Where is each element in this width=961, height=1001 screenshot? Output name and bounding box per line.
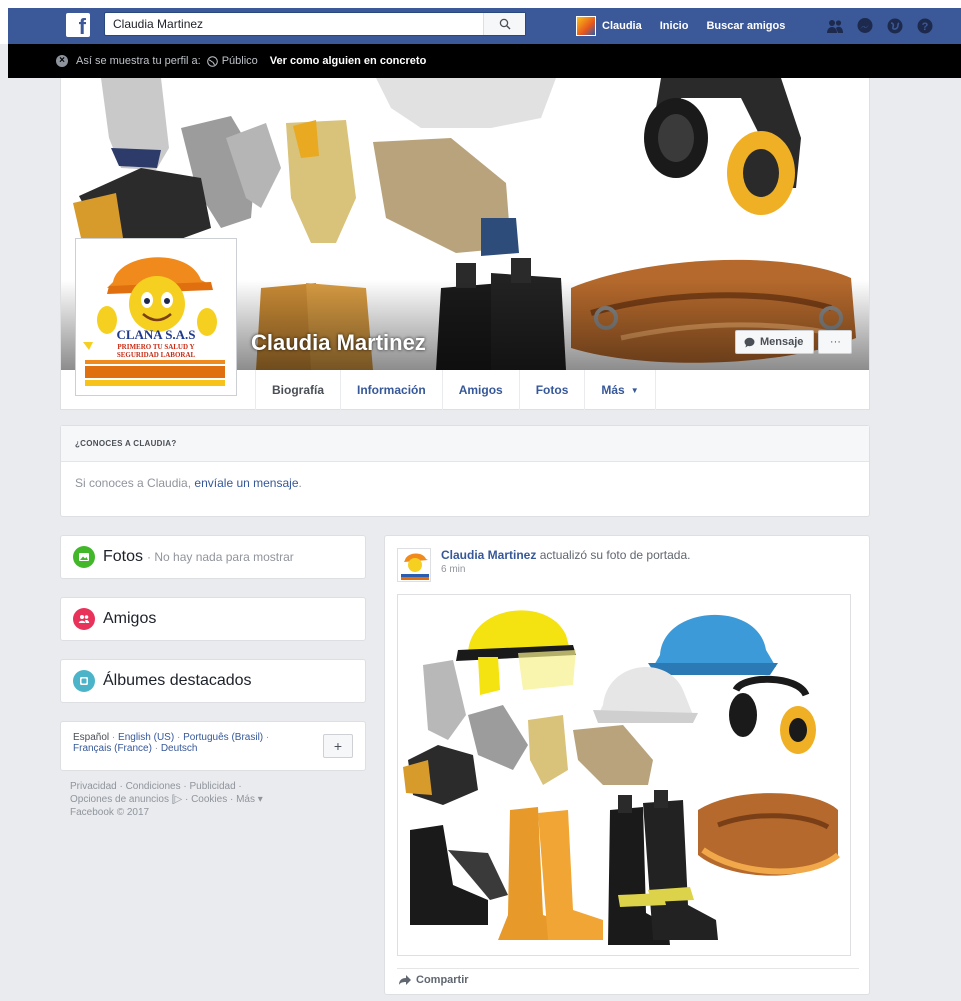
facebook-logo-icon[interactable]: f <box>66 13 90 37</box>
close-icon[interactable]: × <box>56 55 68 67</box>
nav-avatar[interactable] <box>576 16 596 36</box>
tab-label: Fotos <box>535 383 569 397</box>
language-link[interactable]: Português (Brasil) <box>183 732 263 743</box>
messages-icon[interactable] <box>856 17 874 35</box>
know-person-body: Si conoces a Claudia, envíale un mensaje… <box>61 462 869 504</box>
share-arrow-icon <box>399 975 411 985</box>
footer-line-2[interactable]: Opciones de anuncios [▷ · Cookies · Más … <box>70 793 360 806</box>
tab-label: Biografía <box>272 383 325 397</box>
message-button-label: Mensaje <box>760 336 804 348</box>
know-person-card: ¿CONOCES A CLAUDIA? Si conoces a Claudia… <box>60 425 870 517</box>
profile-tabs: Biografía Información Amigos Fotos Más ▼ <box>255 370 656 410</box>
footer-copyright: Facebook © 2017 <box>70 807 150 818</box>
more-options-button[interactable]: ··· <box>818 330 853 354</box>
notifications-icon[interactable] <box>886 17 904 35</box>
logo-company-name: CLANA S.A.S <box>116 327 195 342</box>
caret-down-icon: ▼ <box>630 385 639 395</box>
top-bar: f Claudia Inicio Buscar amigos ? <box>0 0 961 44</box>
know-person-end: . <box>298 476 302 490</box>
photos-title: Fotos <box>103 548 144 565</box>
tab-timeline[interactable]: Biografía <box>255 370 340 410</box>
nav-links: Claudia Inicio Buscar amigos <box>576 8 803 44</box>
friends-icon[interactable] <box>826 17 844 35</box>
language-link[interactable]: Deutsch <box>161 743 198 754</box>
view-as-bar: × Así se muestra tu perfil a: Público Ve… <box>8 44 961 78</box>
help-icon[interactable]: ? <box>916 17 934 35</box>
search-box <box>104 12 526 36</box>
nav-find-friends-link[interactable]: Buscar amigos <box>706 20 785 32</box>
post-author-avatar[interactable] <box>397 548 431 582</box>
photos-card[interactable]: Fotos · No hay nada para mostrar <box>60 535 366 579</box>
featured-albums-card[interactable]: Álbumes destacados <box>60 659 366 703</box>
view-as-specific-link[interactable]: Ver como alguien en concreto <box>270 55 427 67</box>
separator: · <box>154 743 159 754</box>
tab-label: Información <box>357 383 426 397</box>
know-person-title: ¿CONOCES A CLAUDIA? <box>61 426 869 462</box>
separator: · <box>111 732 116 743</box>
language-link[interactable]: English (US) <box>118 732 174 743</box>
view-as-audience[interactable]: Público <box>222 55 258 67</box>
tab-label: Más <box>601 383 625 397</box>
tab-friends[interactable]: Amigos <box>441 370 519 410</box>
profile-name[interactable]: Claudia Martinez <box>251 330 426 356</box>
logo-slogan-2: SEGURIDAD LABORAL <box>117 351 196 359</box>
friends-card[interactable]: Amigos <box>60 597 366 641</box>
nav-profile-link[interactable]: Claudia <box>602 20 642 32</box>
tab-more[interactable]: Más ▼ <box>584 370 656 410</box>
language-card: Español · English (US) · Português (Bras… <box>60 721 366 771</box>
post-divider <box>397 968 859 969</box>
friends-title: Amigos <box>103 610 157 627</box>
language-row-1: Español · English (US) · Português (Bras… <box>73 732 353 743</box>
search-button[interactable] <box>483 13 525 35</box>
language-row-2: Français (France) · Deutsch <box>73 743 353 754</box>
friends-icon <box>73 608 95 630</box>
blue-nav-bar: f Claudia Inicio Buscar amigos ? <box>8 8 961 44</box>
know-person-text: Si conoces a Claudia, <box>75 476 192 490</box>
cover-actions: Mensaje ··· <box>735 330 853 354</box>
tab-label: Amigos <box>458 383 503 397</box>
share-label: Compartir <box>416 974 469 986</box>
separator: · <box>176 732 181 743</box>
view-as-prefix: Así se muestra tu perfil a: <box>76 55 201 67</box>
profile-header-card: CLANA S.A.S PRIMERO TU SALUD Y SEGURIDAD… <box>60 78 870 410</box>
language-link[interactable]: Français (France) <box>73 743 152 754</box>
globe-icon <box>206 55 218 67</box>
post-header: Claudia Martinez actualizó su foto de po… <box>441 548 690 562</box>
footer-links: Privacidad · Condiciones · Publicidad · … <box>70 780 360 819</box>
share-button[interactable]: Compartir <box>399 974 469 986</box>
message-button[interactable]: Mensaje <box>735 330 815 354</box>
logo-slogan-1: PRIMERO TU SALUD Y <box>117 343 194 351</box>
post-timestamp[interactable]: 6 min <box>441 564 465 575</box>
message-bubble-icon <box>744 337 755 347</box>
svg-text:?: ? <box>922 21 929 33</box>
post-action-text: actualizó su foto de portada. <box>536 548 691 562</box>
timeline-post: Claudia Martinez actualizó su foto de po… <box>384 535 870 995</box>
tab-photos[interactable]: Fotos <box>518 370 585 410</box>
photos-empty-text: · No hay nada para mostrar <box>147 550 294 564</box>
add-language-button[interactable]: + <box>323 734 353 758</box>
send-message-link[interactable]: envíale un mensaje <box>194 476 298 490</box>
profile-picture[interactable]: CLANA S.A.S PRIMERO TU SALUD Y SEGURIDAD… <box>75 238 237 396</box>
footer-line-1[interactable]: Privacidad · Condiciones · Publicidad · <box>70 780 360 793</box>
albums-icon <box>73 670 95 692</box>
post-author-link[interactable]: Claudia Martinez <box>441 548 536 562</box>
photos-icon <box>73 546 95 568</box>
language-link[interactable]: Español <box>73 732 109 743</box>
nav-home-link[interactable]: Inicio <box>660 20 689 32</box>
separator: · <box>265 732 270 743</box>
nav-icons: ? <box>826 8 934 44</box>
post-image[interactable] <box>397 594 851 956</box>
tab-about[interactable]: Información <box>340 370 442 410</box>
albums-title: Álbumes destacados <box>103 672 252 689</box>
search-input[interactable] <box>105 13 483 35</box>
search-icon <box>499 18 510 30</box>
